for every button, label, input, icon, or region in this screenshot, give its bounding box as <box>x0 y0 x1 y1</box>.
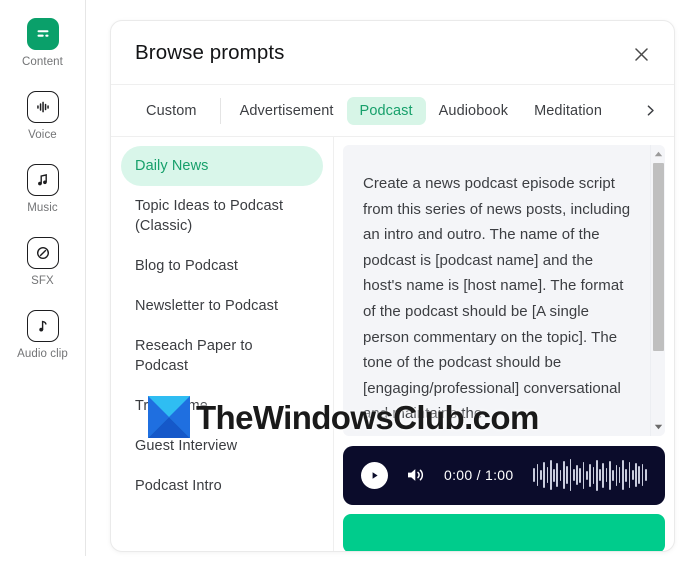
waveform-bar <box>631 470 634 481</box>
list-item[interactable]: Topic Ideas to Podcast (Classic) <box>121 186 323 246</box>
sidebar-item-audio-clip[interactable]: Audio clip <box>0 310 85 360</box>
list-item[interactable]: Podcast Intro <box>121 466 323 506</box>
sidebar-item-sfx[interactable]: SFX <box>0 237 85 287</box>
waveform-bar <box>608 460 611 490</box>
list-item[interactable]: Daily News <box>121 146 323 186</box>
sidebar-item-music[interactable]: Music <box>0 164 85 214</box>
tab-divider <box>219 97 221 124</box>
tab-meditation[interactable]: Meditation <box>521 97 615 125</box>
prompt-scrollbar[interactable] <box>650 145 665 436</box>
page-title: Browse prompts <box>135 40 285 64</box>
sidebar-item-label: Audio clip <box>17 348 68 360</box>
browse-prompts-dialog: Browse prompts Custom Advertisement Podc… <box>110 20 675 552</box>
waveform-bar <box>592 466 595 484</box>
waveform-bar <box>549 460 552 491</box>
audio-clip-icon <box>26 310 59 342</box>
left-nav-rail: Content Voice Music SFX Audio clip <box>0 0 86 556</box>
waveform-bar <box>566 466 568 485</box>
content-icon <box>26 18 59 50</box>
volume-icon[interactable] <box>406 466 426 484</box>
sidebar-item-label: Music <box>27 202 58 214</box>
use-prompt-button[interactable] <box>343 513 665 551</box>
waveform-bar <box>546 467 549 484</box>
sidebar-item-voice[interactable]: Voice <box>0 91 85 141</box>
waveform-bar <box>599 469 601 482</box>
scroll-up-icon[interactable] <box>651 147 665 161</box>
sidebar-item-content[interactable]: Content <box>0 18 85 68</box>
tab-advertisement[interactable]: Advertisement <box>227 97 347 125</box>
list-item[interactable]: Guest Interview <box>121 426 323 466</box>
voice-icon <box>26 91 59 123</box>
scrollbar-thumb[interactable] <box>653 163 664 351</box>
sidebar-item-label: Content <box>22 56 63 68</box>
prompt-detail-pane: Create a news podcast episode script fro… <box>334 137 674 551</box>
waveform-bar <box>615 464 618 486</box>
app-root: Content Voice Music SFX Audio clip Brows… <box>0 0 700 588</box>
play-icon[interactable] <box>361 461 388 489</box>
waveform-bar <box>595 459 598 491</box>
waveform-bar <box>582 461 585 489</box>
waveform-bar <box>638 466 641 485</box>
waveform-bar <box>540 470 542 481</box>
close-icon[interactable] <box>628 41 654 67</box>
waveform-bar <box>622 460 624 491</box>
waveform-bar <box>635 463 637 488</box>
waveform[interactable] <box>533 458 647 492</box>
sfx-icon <box>26 237 59 269</box>
waveform-bar <box>589 463 591 487</box>
dialog-header: Browse prompts <box>111 21 674 85</box>
sidebar-item-label: Voice <box>28 129 57 141</box>
sidebar-item-label: SFX <box>31 275 54 287</box>
waveform-bar <box>559 469 562 481</box>
waveform-bar <box>585 470 588 480</box>
waveform-bar <box>553 468 555 482</box>
list-item[interactable]: True Crime <box>121 386 323 426</box>
waveform-bar <box>602 462 605 488</box>
waveform-bar <box>645 469 647 482</box>
list-item[interactable]: Blog to Podcast <box>121 246 323 286</box>
waveform-bar <box>563 461 565 490</box>
dialog-body: Daily News Topic Ideas to Podcast (Class… <box>111 137 674 551</box>
tab-custom[interactable]: Custom <box>133 97 210 125</box>
waveform-bar <box>641 464 644 487</box>
waveform-bar <box>543 462 545 489</box>
tab-podcast[interactable]: Podcast <box>346 96 426 125</box>
waveform-bar <box>618 467 621 484</box>
waveform-bar <box>576 465 578 486</box>
list-item[interactable]: Newsletter to Podcast <box>121 286 323 326</box>
waveform-bar <box>579 467 582 483</box>
prompt-text-panel[interactable]: Create a news podcast episode script fro… <box>343 145 665 436</box>
waveform-bar <box>533 468 536 483</box>
prompt-list: Daily News Topic Ideas to Podcast (Class… <box>111 137 334 551</box>
category-tabs: Custom Advertisement Podcast Audiobook M… <box>111 85 674 137</box>
prompt-text: Create a news podcast episode script fro… <box>363 175 635 423</box>
player-time: 0:00 / 1:00 <box>444 467 514 484</box>
waveform-bar <box>572 469 575 482</box>
waveform-bar <box>625 468 628 482</box>
music-icon <box>26 164 59 196</box>
tab-audiobook[interactable]: Audiobook <box>426 97 521 125</box>
chevron-right-icon[interactable] <box>640 101 660 121</box>
scroll-down-icon[interactable] <box>651 420 665 434</box>
waveform-bar <box>612 469 614 481</box>
list-item[interactable]: Reseach Paper to Podcast <box>121 326 323 386</box>
waveform-bar <box>628 462 631 489</box>
audio-player: 0:00 / 1:00 <box>343 445 665 505</box>
waveform-bar <box>556 463 559 488</box>
waveform-bar <box>536 464 539 487</box>
waveform-bar <box>569 459 572 492</box>
waveform-bar <box>605 468 608 483</box>
